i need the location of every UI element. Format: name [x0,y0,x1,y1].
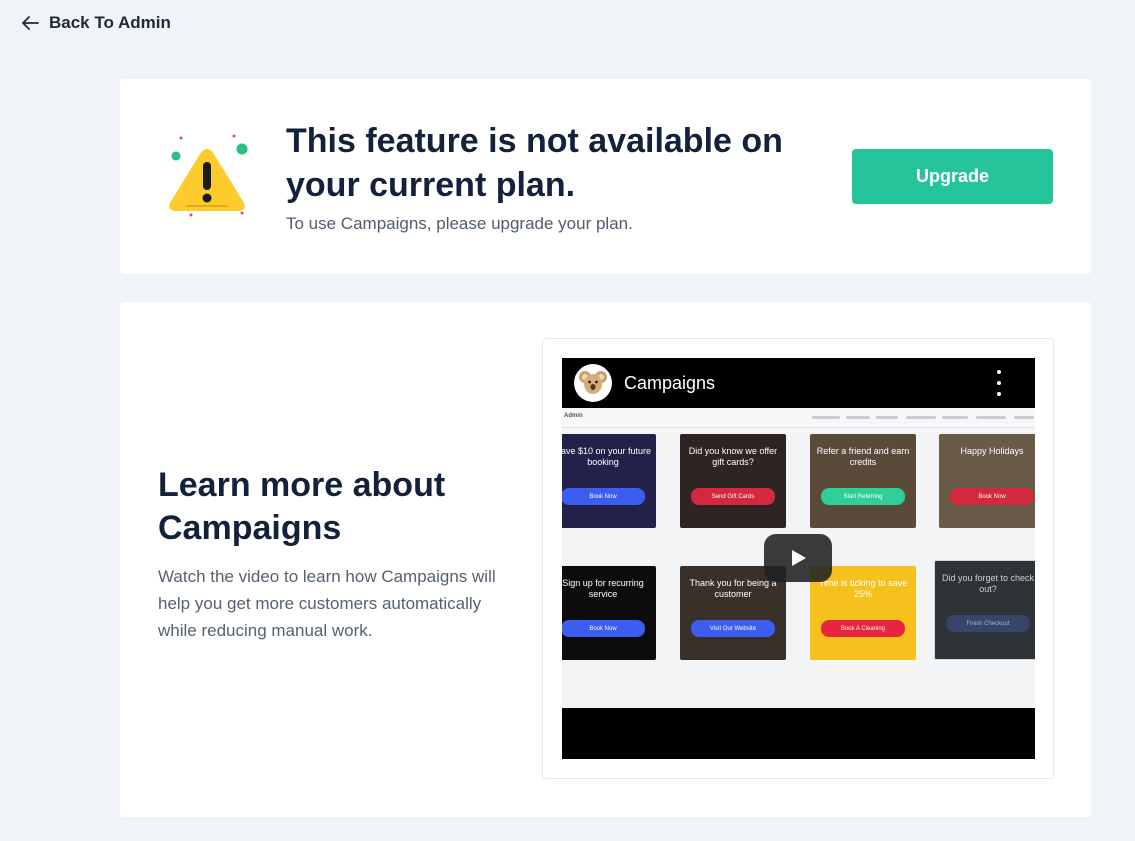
video-title-bar: Campaigns [562,358,1035,408]
warning-triangle-icon [169,134,248,217]
video-embed: Campaigns Admin Save $10 on your future … [542,338,1054,779]
video-player[interactable]: Campaigns Admin Save $10 on your future … [562,358,1035,759]
video-title[interactable]: Campaigns [624,373,715,394]
learn-more-card: Learn more about Campaigns Watch the vid… [120,302,1091,817]
plan-notice-card: This feature is not available on your cu… [120,79,1091,274]
thumbnail-navbar: Admin [562,408,1035,428]
campaign-tile: Refer a friend and earn credits Start Re… [810,434,916,528]
upgrade-button[interactable]: Upgrade [852,149,1053,204]
back-to-admin-label: Back To Admin [49,13,171,32]
koala-logo-icon [579,371,607,394]
channel-avatar[interactable] [574,364,612,402]
play-button[interactable] [764,534,832,582]
campaign-tile: Happy Holidays Book Now [939,434,1035,528]
back-to-admin-link[interactable]: Back To Admin [20,13,171,33]
campaign-tile: Save $10 on your future booking Book Now [562,434,656,528]
more-options-icon[interactable] [993,370,1005,396]
campaign-tile: Sign up for recurring service Book Now [562,566,656,660]
play-icon [792,550,806,566]
learn-more-title: Learn more about Campaigns [158,466,446,547]
arrow-left-icon [22,16,39,30]
campaign-tile: Did you forget to check out? Finish Chec… [934,560,1035,660]
notice-title: This feature is not available on your cu… [286,122,783,204]
campaign-tile: Did you know we offer gift cards? Send G… [680,434,786,528]
notice-subtitle: To use Campaigns, please upgrade your pl… [286,214,633,233]
learn-more-description: Watch the video to learn how Campaigns w… [158,567,496,640]
